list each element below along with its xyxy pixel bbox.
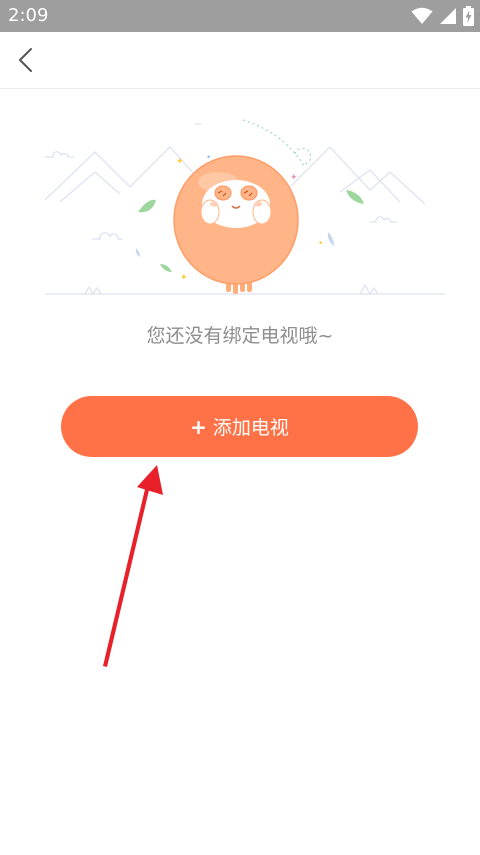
cell-signal-icon: [440, 8, 456, 24]
back-button[interactable]: [6, 40, 46, 80]
svg-text:✦: ✦: [176, 157, 184, 167]
empty-tv-mascot-illustration: ✦ ✦ • ✦ •: [44, 119, 445, 296]
add-tv-button[interactable]: + 添加电视: [61, 396, 418, 457]
svg-text:✦: ✦: [180, 273, 188, 283]
wifi-icon: [411, 7, 433, 24]
plus-icon: +: [190, 414, 207, 439]
status-bar: 2:09: [0, 0, 480, 32]
status-icons: [411, 6, 474, 26]
empty-state-message: 您还没有绑定电视哦~: [146, 325, 334, 347]
app-bar: [0, 32, 480, 89]
chevron-left-icon: [19, 48, 32, 72]
add-tv-label: 添加电视: [212, 417, 289, 439]
status-time: 2:09: [8, 5, 49, 26]
svg-text:✦: ✦: [290, 173, 298, 183]
battery-charging-icon: [463, 6, 474, 26]
svg-text:•: •: [318, 239, 323, 249]
